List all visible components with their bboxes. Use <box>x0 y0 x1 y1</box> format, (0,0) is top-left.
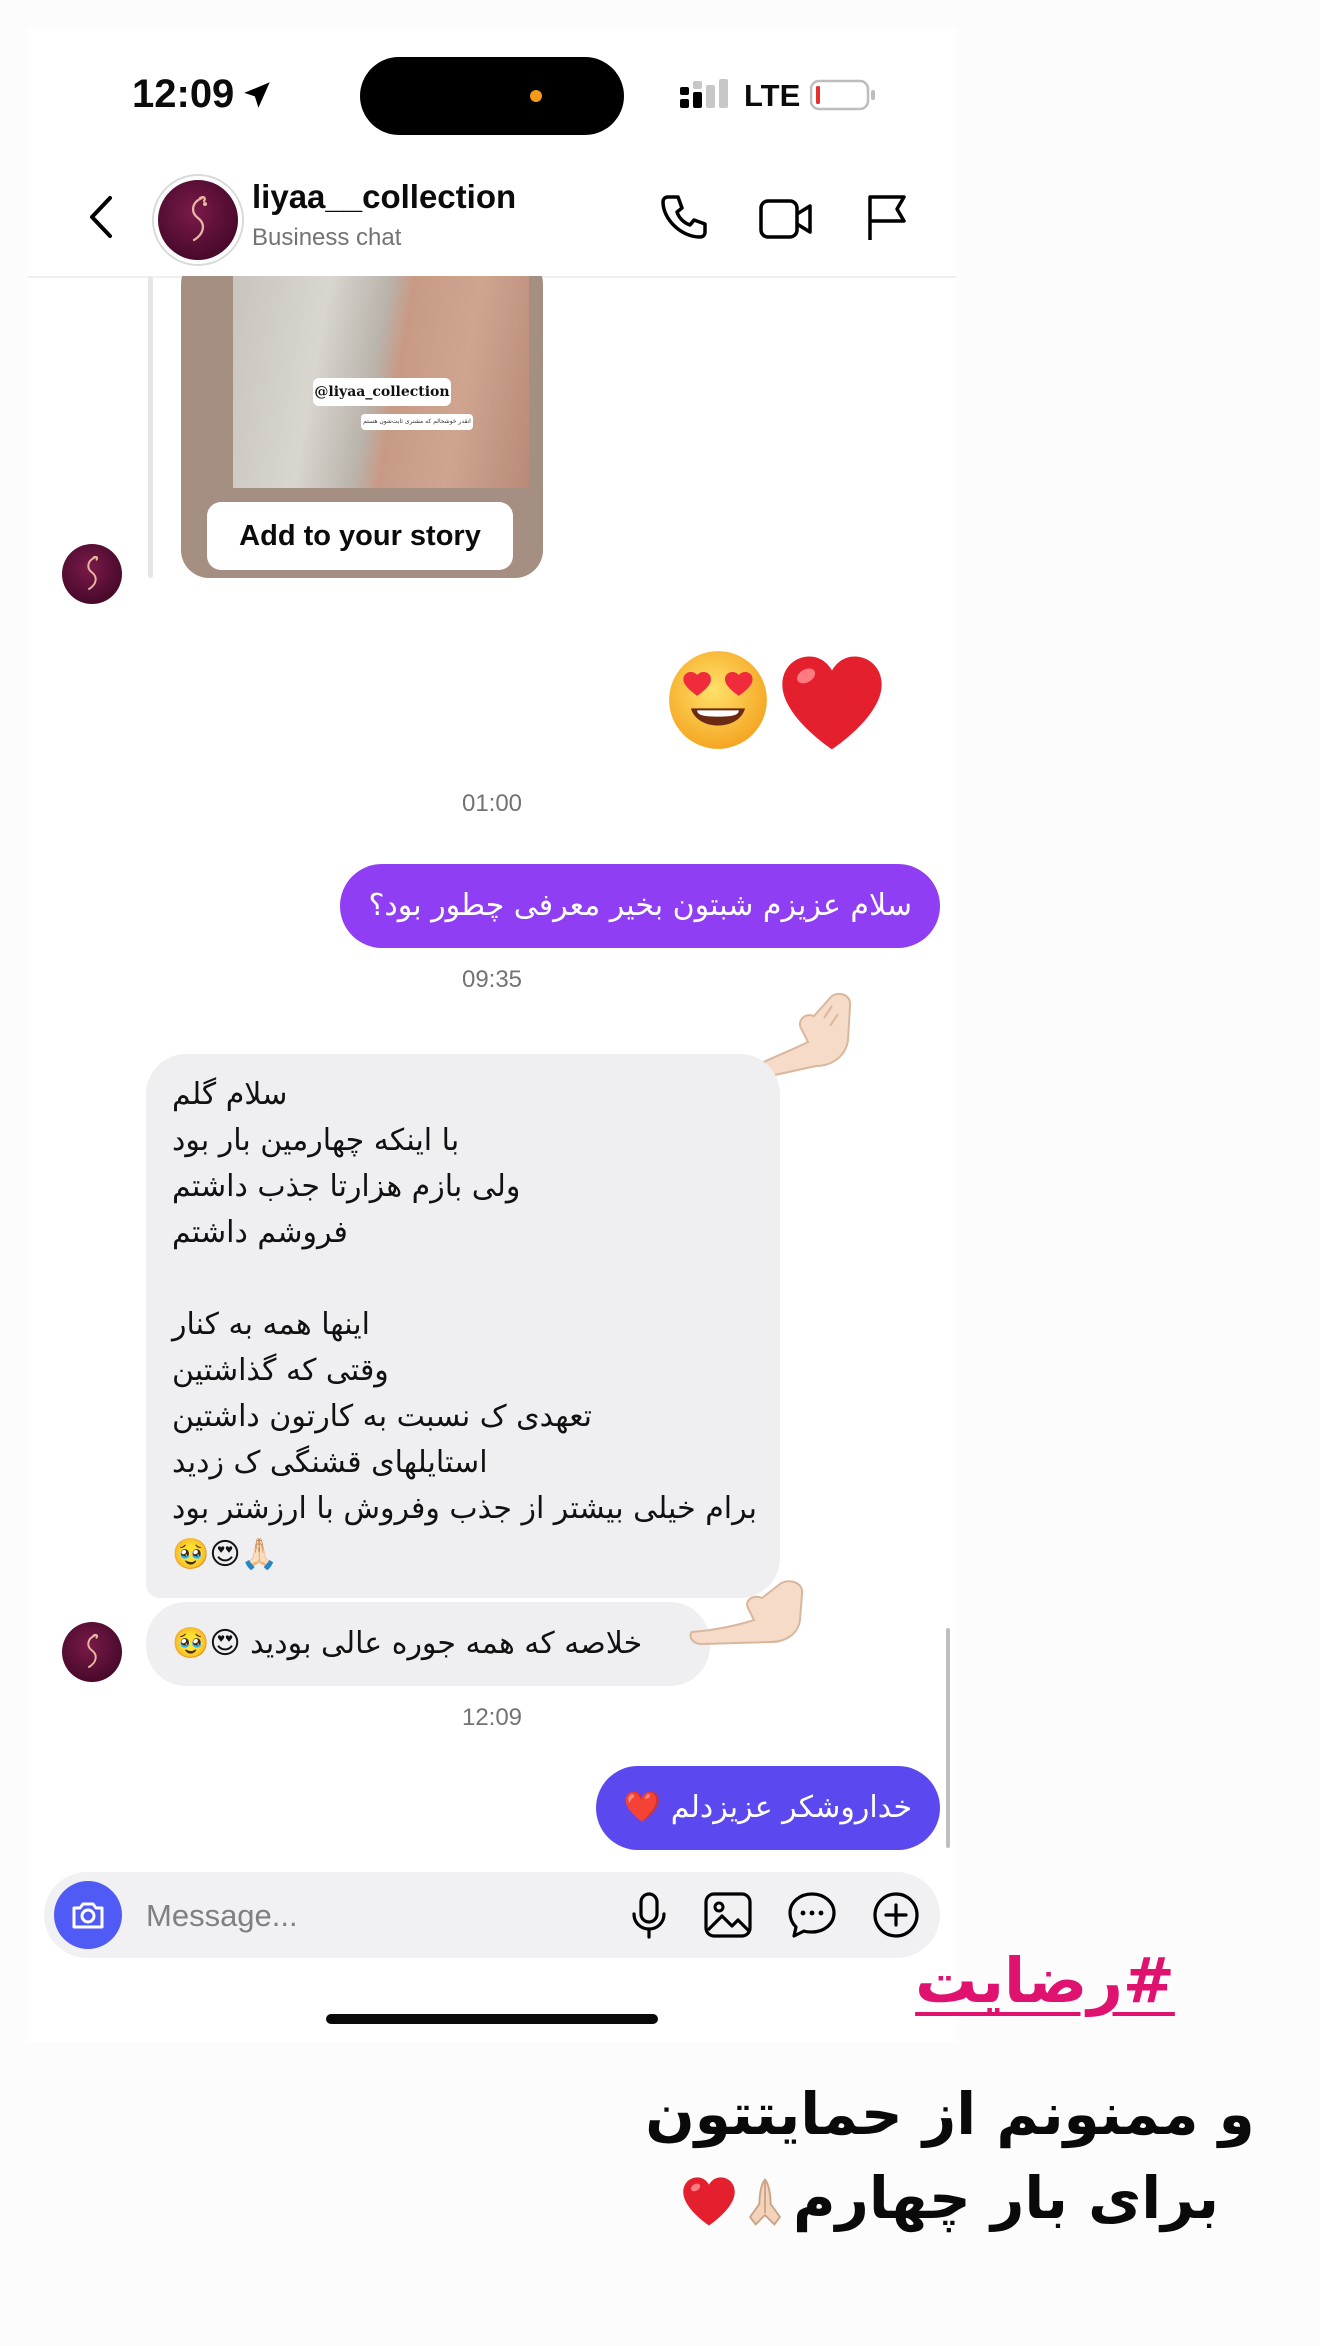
story-caption: انقدر خوشحالم که مشتری ثابت‌شون هستم <box>361 414 473 430</box>
message-line: فروشم داشتم <box>172 1215 348 1250</box>
logo-glyph-icon <box>87 1633 99 1668</box>
message-line: وقتی که گذاشتین <box>172 1353 389 1388</box>
message-line <box>172 1256 757 1302</box>
message-line: برام خیلی بیشتر از جذب وفروش با ارزشتر ب… <box>172 1491 757 1526</box>
logo-glyph-icon <box>87 555 99 590</box>
message-input[interactable] <box>144 1872 528 1960</box>
home-indicator <box>326 2014 658 2024</box>
camera-button[interactable] <box>54 1881 122 1949</box>
message-line: سلام گلم <box>172 1077 288 1112</box>
praying-hands-emoji <box>748 2178 782 2226</box>
overlay-caption: و ممنونم از حمایتتون برای بار چهارم <box>640 2072 1260 2240</box>
reply-indicator-line <box>148 276 153 578</box>
message-line: اینها همه به کنار <box>172 1307 370 1342</box>
sender-avatar <box>62 1622 122 1682</box>
message-thread[interactable]: @liyaa_collection انقدر خوشحالم که مشتری… <box>28 276 956 1896</box>
camera-icon <box>72 1902 104 1929</box>
add-to-story-button[interactable]: Add to your story <box>207 502 513 570</box>
incoming-message-long[interactable]: سلام گلم با اینکه چهارمین بار بود ولی با… <box>146 1054 780 1598</box>
status-time: 12:09 <box>132 72 235 116</box>
hashtag-text: #رضایت <box>915 1944 1175 2017</box>
message-line: استایلهای قشنگی ک زدید <box>172 1445 488 1480</box>
dynamic-island <box>360 57 624 135</box>
emoji-message[interactable] <box>516 648 956 768</box>
message-composer <box>44 1872 940 1960</box>
message-line: تعهدی ک نسبت به کارتون داشتین <box>172 1399 593 1434</box>
phone-screen: 12:09 LTE liyaa__collection Business cha… <box>28 28 956 2042</box>
back-icon[interactable] <box>80 192 124 242</box>
caption-line-1: و ممنونم از حمایتتون <box>645 2080 1255 2148</box>
status-bar: 12:09 LTE <box>28 28 956 158</box>
timestamp: 01:00 <box>461 790 523 817</box>
message-line: ولی بازم هزارتا جذب داشتم <box>172 1169 521 1204</box>
outgoing-message[interactable]: خداروشکر عزیزدلم ❤️ <box>596 1766 940 1850</box>
outgoing-message[interactable]: سلام عزیزم شبتون بخیر معرفی چطور بود؟ <box>340 864 940 948</box>
sticker-icon[interactable] <box>786 1890 838 1940</box>
logo-glyph-icon <box>192 196 207 242</box>
red-heart-emoji <box>782 656 882 750</box>
caption-line-2: برای بار چهارم <box>793 2164 1219 2232</box>
pointing-hand-emoji <box>689 1580 804 1646</box>
message-line: 🥹😍🙏🏻 <box>172 1537 278 1572</box>
sender-avatar <box>62 544 122 604</box>
signal-icon <box>680 79 728 108</box>
mic-icon[interactable] <box>624 1890 674 1940</box>
red-heart-emoji <box>683 2177 735 2226</box>
gallery-icon[interactable] <box>702 1890 754 1940</box>
contact-name[interactable]: liyaa__collection <box>252 178 516 216</box>
timestamp: 12:09 <box>461 1704 523 1731</box>
phone-icon[interactable] <box>658 192 708 242</box>
location-arrow-icon <box>244 82 270 108</box>
chat-header: liyaa__collection Business chat <box>28 158 956 278</box>
shared-story-card[interactable]: @liyaa_collection انقدر خوشحالم که مشتری… <box>181 276 543 578</box>
caption-line-2-wrap: برای بار چهارم <box>640 2156 1260 2240</box>
video-icon[interactable] <box>758 196 814 242</box>
contact-subtitle: Business chat <box>252 224 402 251</box>
flag-icon[interactable] <box>864 192 910 242</box>
plus-icon[interactable] <box>870 1890 922 1940</box>
heart-eyes-emoji <box>669 651 767 749</box>
story-mention-tag: @liyaa_collection <box>313 378 451 406</box>
incoming-message[interactable]: خلاصه که همه جوره عالی بودید 😍🥹 <box>146 1602 710 1686</box>
message-line: با اینکه چهارمین بار بود <box>172 1123 460 1158</box>
contact-avatar[interactable] <box>154 176 242 264</box>
scrollbar[interactable] <box>946 1628 950 1848</box>
battery-icon <box>810 79 875 111</box>
privacy-indicator <box>530 90 542 102</box>
network-type: LTE <box>744 78 801 113</box>
